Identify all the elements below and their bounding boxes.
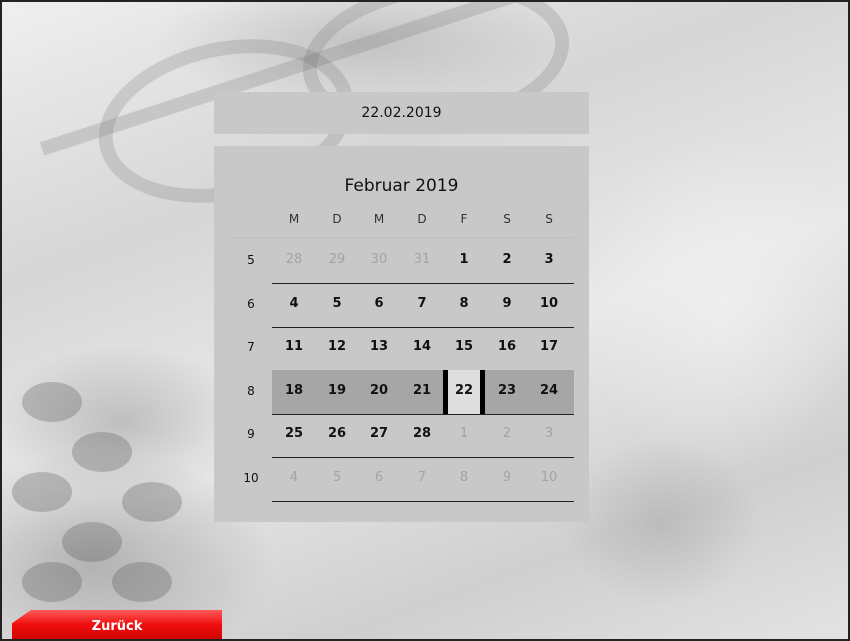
day-cell[interactable]: 8 <box>444 284 484 324</box>
calendar-panel: Februar 2019 M D M D F S S 5 28 29 30 31 1 2 3 6 4 5 6 7 8 9 1… <box>214 146 589 522</box>
day-cell[interactable]: 28 <box>402 414 442 454</box>
day-cell[interactable]: 3 <box>529 414 569 454</box>
day-cell[interactable]: 25 <box>274 414 314 454</box>
day-cell[interactable]: 7 <box>402 458 442 498</box>
week-number: 5 <box>247 253 255 267</box>
day-cell[interactable]: 29 <box>317 240 357 280</box>
day-cell[interactable]: 13 <box>359 327 399 367</box>
weekday-header: S <box>545 212 553 226</box>
day-cell[interactable]: 4 <box>274 284 314 324</box>
day-cell[interactable]: 16 <box>487 327 527 367</box>
weekday-header: M <box>373 212 385 226</box>
day-cell[interactable]: 26 <box>317 414 357 454</box>
month-title: Februar 2019 <box>344 176 459 196</box>
day-cell[interactable]: 6 <box>359 284 399 324</box>
weekday-header: M <box>288 212 300 226</box>
week-number: 7 <box>247 340 255 354</box>
day-cell[interactable]: 21 <box>402 371 442 411</box>
day-cell[interactable]: 27 <box>359 414 399 454</box>
day-cell[interactable]: 10 <box>529 284 569 324</box>
day-cell[interactable]: 12 <box>317 327 357 367</box>
week-number: 10 <box>243 470 259 485</box>
day-cell[interactable]: 24 <box>529 371 569 411</box>
day-cell[interactable]: 18 <box>274 371 314 411</box>
week-number: 6 <box>247 296 255 311</box>
day-cell[interactable]: 1 <box>444 414 484 454</box>
day-cell[interactable]: 19 <box>317 371 357 411</box>
weekday-header: S <box>503 212 511 226</box>
day-cell[interactable]: 8 <box>444 458 484 498</box>
day-cell[interactable]: 15 <box>444 327 484 367</box>
day-cell[interactable]: 31 <box>402 240 442 280</box>
weekday-header: F <box>460 212 468 226</box>
header-divider <box>230 237 574 238</box>
day-cell[interactable]: 2 <box>487 240 527 280</box>
day-cell[interactable]: 23 <box>487 371 527 411</box>
day-cell[interactable]: 4 <box>274 458 314 498</box>
day-cell[interactable]: 14 <box>402 327 442 367</box>
app-window: 22.02.2019 Februar 2019 M D M D F S S 5 28 29 30 31… <box>0 0 850 641</box>
back-button[interactable]: Zurück <box>12 610 222 639</box>
day-cell[interactable]: 11 <box>274 327 314 367</box>
weekday-header: D <box>332 212 342 226</box>
day-cell[interactable]: 1 <box>444 240 484 280</box>
day-cell[interactable]: 3 <box>529 240 569 280</box>
day-cell[interactable]: 30 <box>359 240 399 280</box>
day-cell[interactable]: 20 <box>359 371 399 411</box>
day-cell[interactable]: 10 <box>529 458 569 498</box>
day-cell[interactable]: 7 <box>402 284 442 324</box>
day-cell[interactable]: 17 <box>529 327 569 367</box>
day-cell[interactable]: 5 <box>317 458 357 498</box>
day-cell[interactable]: 9 <box>487 284 527 324</box>
date-input[interactable]: 22.02.2019 <box>214 92 589 134</box>
day-cell[interactable]: 28 <box>274 240 314 280</box>
day-cell-selected[interactable]: 22 <box>444 371 484 411</box>
day-cell[interactable]: 9 <box>487 458 527 498</box>
weekday-header: D <box>417 212 427 226</box>
row-divider <box>272 500 574 502</box>
day-cell[interactable]: 6 <box>359 458 399 498</box>
week-number: 9 <box>247 427 255 441</box>
week-number: 8 <box>247 383 255 398</box>
day-cell[interactable]: 2 <box>487 414 527 454</box>
day-cell[interactable]: 5 <box>317 284 357 324</box>
